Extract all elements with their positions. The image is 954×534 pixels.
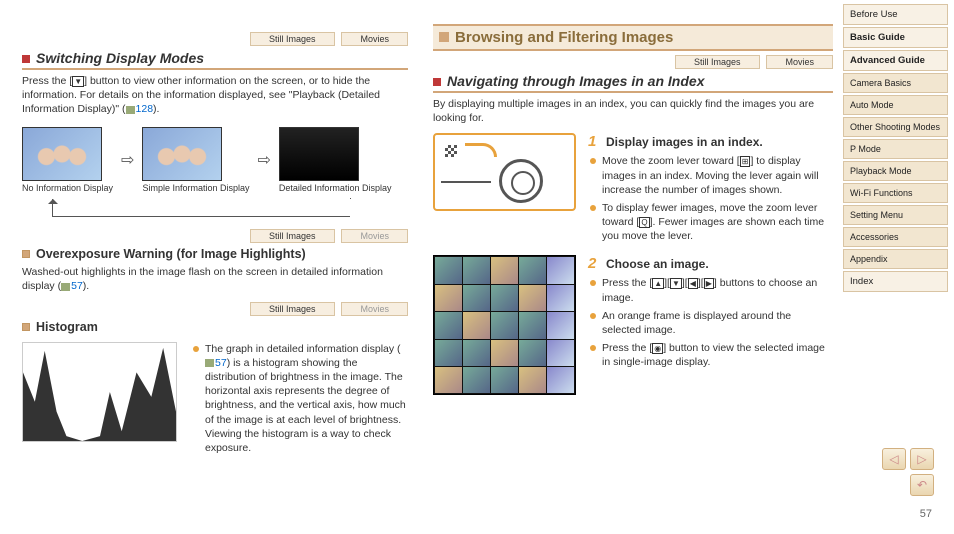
sidebar-item-camera-basics[interactable]: Camera Basics xyxy=(843,73,948,93)
tag-still: Still Images xyxy=(675,55,760,69)
tag-movies: Movies xyxy=(341,229,408,243)
func-icon: ◉ xyxy=(652,343,663,354)
heading-marker-icon xyxy=(22,250,30,258)
heading-navigating: Navigating through Images in an Index xyxy=(433,71,833,93)
nav-body: By displaying multiple images in an inde… xyxy=(433,97,833,125)
left-column: Still Images Movies Switching Display Mo… xyxy=(0,0,423,478)
heading-overexposure: Overexposure Warning (for Image Highligh… xyxy=(22,247,408,261)
sidebar-item-accessories[interactable]: Accessories xyxy=(843,227,948,247)
book-icon xyxy=(61,283,70,291)
page-ref-57[interactable]: 57 xyxy=(215,357,227,369)
tag-row: Still Images Movies xyxy=(22,302,408,316)
tag-still: Still Images xyxy=(250,229,335,243)
step1-bullet2: To display fewer images, move the zoom l… xyxy=(602,201,833,244)
step2-bullet1: Press the [▲][▼][◀][▶] buttons to choose… xyxy=(602,276,833,304)
thumb-no-info xyxy=(22,127,102,181)
heading-histogram: Histogram xyxy=(22,320,408,334)
tag-movies: Movies xyxy=(341,302,408,316)
grid-icon: ⊞ xyxy=(740,156,751,167)
sidebar-item-basic-guide[interactable]: Basic Guide xyxy=(843,27,948,48)
heading-switching-display: Switching Display Modes xyxy=(22,48,408,70)
switch-body: Press the [▼] button to view other infor… xyxy=(22,74,408,117)
step-title: Display images in an index. xyxy=(606,135,763,149)
return-button[interactable]: ↶ xyxy=(910,474,934,496)
heading-text: Navigating through Images in an Index xyxy=(447,73,704,89)
up-icon: ▲ xyxy=(652,278,664,289)
heading-marker-icon xyxy=(433,78,441,86)
heading-marker-icon xyxy=(22,55,30,63)
heading-marker-icon xyxy=(22,323,30,331)
tag-movies: Movies xyxy=(766,55,833,69)
heading-marker-icon xyxy=(439,32,449,42)
tag-still: Still Images xyxy=(250,32,335,46)
page-number: 57 xyxy=(920,508,932,520)
right-column: Browsing and Filtering Images Still Imag… xyxy=(423,0,843,478)
heading-browsing: Browsing and Filtering Images xyxy=(433,24,833,51)
step-title: Choose an image. xyxy=(606,257,709,271)
page-ref-128[interactable]: 128 xyxy=(136,103,154,115)
book-icon xyxy=(205,359,214,367)
step2-bullet2: An orange frame is displayed around the … xyxy=(602,309,833,337)
tag-row: Still Images Movies xyxy=(433,55,833,69)
sidebar-item-before-use[interactable]: Before Use xyxy=(843,4,948,25)
arrow-icon: ⇨ xyxy=(121,150,134,170)
loop-arrow-icon xyxy=(52,199,350,217)
heading-text: Histogram xyxy=(36,320,98,334)
histogram-graphic xyxy=(22,342,177,442)
sidebar-item-setting-menu[interactable]: Setting Menu xyxy=(843,205,948,225)
sidebar-item-index[interactable]: Index xyxy=(843,271,948,292)
right-icon: ▶ xyxy=(704,278,714,289)
book-icon xyxy=(126,106,135,114)
magnify-icon: Q xyxy=(639,217,649,228)
step2-bullet3: Press the [◉] button to view the selecte… xyxy=(602,341,833,369)
page-nav-buttons: ◁ ▷ ↶ xyxy=(876,448,934,496)
sidebar-item-advanced-guide[interactable]: Advanced Guide xyxy=(843,50,948,71)
prev-page-button[interactable]: ◁ xyxy=(882,448,906,470)
sidebar-item-p-mode[interactable]: P Mode xyxy=(843,139,948,159)
sidebar-item-auto-mode[interactable]: Auto Mode xyxy=(843,95,948,115)
display-modes-row: No Information Display ⇨ Simple Informat… xyxy=(22,127,408,194)
sidebar-item-wifi[interactable]: Wi-Fi Functions xyxy=(843,183,948,203)
tag-movies: Movies xyxy=(341,32,408,46)
left-icon: ◀ xyxy=(688,278,698,289)
step-number: 1 xyxy=(588,133,602,150)
thumb-simple xyxy=(142,127,222,181)
heading-text: Switching Display Modes xyxy=(36,50,204,66)
camera-dial-illustration xyxy=(433,133,576,211)
index-grid-illustration xyxy=(433,255,576,395)
page-ref-57[interactable]: 57 xyxy=(71,280,83,292)
step1-bullet1: Move the zoom lever toward [⊞] to displa… xyxy=(602,154,833,197)
down-icon: ▼ xyxy=(670,278,682,289)
tag-row: Still Images Movies xyxy=(22,32,408,46)
sidebar-item-playback-mode[interactable]: Playback Mode xyxy=(843,161,948,181)
sidebar-item-other-shooting[interactable]: Other Shooting Modes xyxy=(843,117,948,137)
sidebar-item-appendix[interactable]: Appendix xyxy=(843,249,948,269)
arrow-icon: ⇨ xyxy=(258,150,271,170)
caption-1: No Information Display xyxy=(22,183,113,194)
step-2: 2 Choose an image. Press the [▲][▼][◀][▶]… xyxy=(588,255,833,395)
next-page-button[interactable]: ▷ xyxy=(910,448,934,470)
caption-2: Simple Information Display xyxy=(142,183,249,194)
tag-still: Still Images xyxy=(250,302,335,316)
step-number: 2 xyxy=(588,255,602,272)
thumb-detailed xyxy=(279,127,359,181)
down-icon: ▼ xyxy=(72,76,84,87)
step-1: 1 Display images in an index. Move the zo… xyxy=(588,133,833,247)
heading-text: Overexposure Warning (for Image Highligh… xyxy=(36,247,306,261)
hist-body: The graph in detailed information displa… xyxy=(205,342,408,455)
caption-3: Detailed Information Display xyxy=(279,183,392,194)
over-body: Washed-out highlights in the image flash… xyxy=(22,265,408,293)
sidebar-nav: Before Use Basic Guide Advanced Guide Ca… xyxy=(843,0,948,478)
hist-bullets: The graph in detailed information displa… xyxy=(191,342,408,459)
tag-row: Still Images Movies xyxy=(22,229,408,243)
heading-text: Browsing and Filtering Images xyxy=(455,29,673,46)
